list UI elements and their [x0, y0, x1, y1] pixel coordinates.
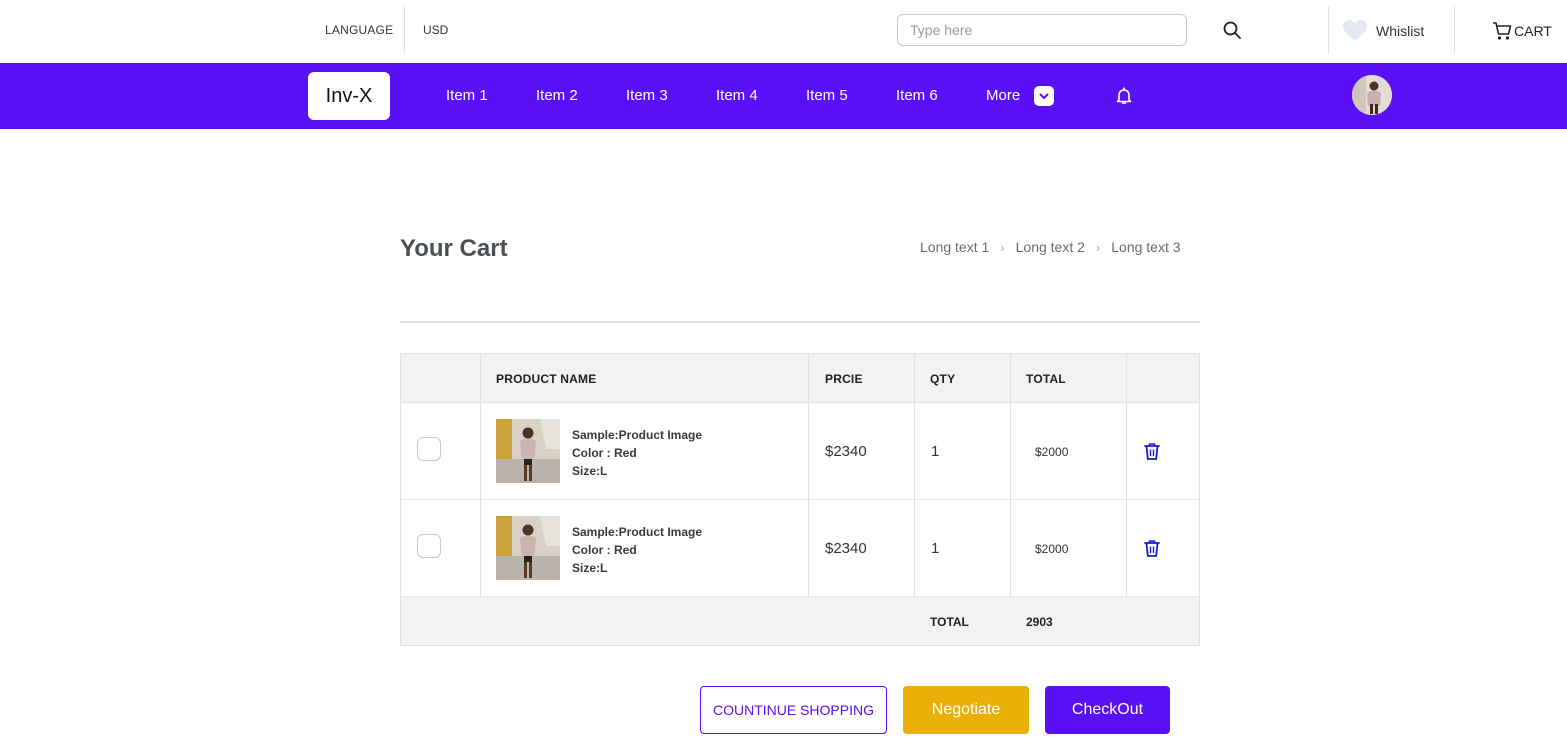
product-photo [496, 516, 560, 580]
avatar[interactable] [1352, 75, 1392, 115]
nav-more[interactable]: More [986, 87, 1020, 104]
product-size: Size:L [572, 464, 608, 478]
header-product: PRODUCT NAME [496, 372, 597, 386]
row-total: $2000 [1035, 445, 1069, 459]
breadcrumb-item[interactable]: Long text 3 [1111, 239, 1180, 255]
search-input[interactable] [897, 14, 1187, 46]
nav-item-3[interactable]: Item 3 [626, 87, 668, 104]
cart-icon [1493, 22, 1512, 40]
cart-table: PRODUCT NAME PRCIE QTY TOTAL Sample:Prod… [400, 353, 1200, 646]
product-size: Size:L [572, 561, 608, 575]
table-header: PRODUCT NAME PRCIE QTY TOTAL [401, 354, 1199, 403]
header-total: TOTAL [1026, 372, 1066, 386]
chevron-right-icon: › [1095, 239, 1101, 255]
product-price: $2340 [825, 443, 867, 460]
row-checkbox[interactable] [417, 534, 441, 558]
negotiate-button[interactable]: Negotiate [903, 686, 1029, 734]
wishlist-label: Whislist [1376, 23, 1425, 39]
breadcrumb-item[interactable]: Long text 1 [920, 239, 989, 255]
row-total: $2000 [1035, 542, 1069, 556]
currency-selector[interactable]: USD [423, 23, 448, 37]
chevron-right-icon: › [1000, 239, 1005, 255]
table-row: Sample:Product Image Color : Red Size:L … [401, 500, 1199, 597]
product-name[interactable]: Sample:Product Image [572, 426, 702, 444]
cart-total-label: TOTAL [930, 615, 969, 629]
product-image [496, 516, 560, 580]
product-qty[interactable]: 1 [931, 443, 939, 460]
trash-icon[interactable] [1142, 538, 1162, 558]
heart-icon [1343, 20, 1367, 41]
trash-icon[interactable] [1142, 441, 1162, 461]
avatar-image [1352, 75, 1392, 115]
nav-item-1[interactable]: Item 1 [446, 87, 488, 104]
row-checkbox[interactable] [417, 437, 441, 461]
product-info: Sample:Product Image Color : Red Size:L [572, 523, 702, 577]
table-footer: TOTAL 2903 [401, 597, 1199, 645]
search-icon[interactable] [1222, 20, 1242, 40]
product-name[interactable]: Sample:Product Image [572, 523, 702, 541]
table-row: Sample:Product Image Color : Red Size:L … [401, 403, 1199, 500]
continue-shopping-button[interactable]: COUNTINUE SHOPPING [700, 686, 887, 734]
nav-item-2[interactable]: Item 2 [536, 87, 578, 104]
divider [400, 321, 1200, 323]
product-color: Color : Red [572, 543, 637, 557]
chevron-down-icon [1039, 93, 1049, 99]
product-info: Sample:Product Image Color : Red Size:L [572, 426, 702, 480]
divider [1454, 6, 1455, 54]
product-photo [496, 419, 560, 483]
logo[interactable]: Inv-X [308, 72, 390, 120]
product-price: $2340 [825, 540, 867, 557]
nav-item-4[interactable]: Item 4 [716, 87, 758, 104]
checkout-button[interactable]: CheckOut [1045, 686, 1170, 734]
nav-item-6[interactable]: Item 6 [896, 87, 938, 104]
breadcrumb: Long text 1 › Long text 2 › Long text 3 [920, 239, 1181, 255]
bell-icon[interactable] [1115, 87, 1133, 105]
top-bar: LANGUAGE USD Whislist CART [0, 0, 1567, 63]
breadcrumb-item[interactable]: Long text 2 [1016, 239, 1085, 255]
cart-label: CART [1514, 23, 1552, 39]
wishlist-link[interactable]: Whislist [1342, 18, 1424, 44]
page-title: Your Cart [400, 235, 508, 262]
product-qty[interactable]: 1 [931, 540, 939, 557]
product-color: Color : Red [572, 446, 637, 460]
divider [404, 6, 405, 54]
main-nav: Inv-X Item 1 Item 2 Item 3 Item 4 Item 5… [0, 63, 1567, 129]
more-dropdown-toggle[interactable] [1034, 86, 1054, 106]
divider [1328, 6, 1329, 54]
product-image [496, 419, 560, 483]
language-selector[interactable]: LANGUAGE [325, 23, 393, 37]
nav-item-5[interactable]: Item 5 [806, 87, 848, 104]
cart-total-value: 2903 [1026, 615, 1053, 629]
header-qty: QTY [930, 372, 956, 386]
cart-link[interactable]: CART [1492, 20, 1552, 42]
header-price: PRCIE [825, 372, 863, 386]
